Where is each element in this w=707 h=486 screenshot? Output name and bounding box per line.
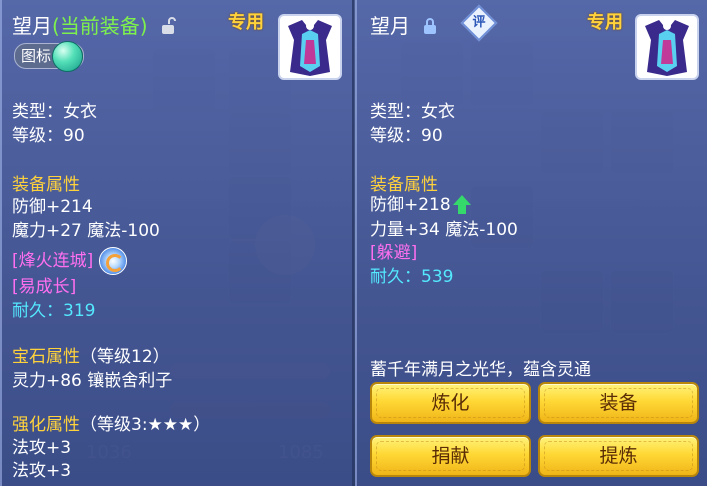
item-level: 等级：90	[370, 126, 443, 146]
item-portrait	[278, 14, 342, 80]
item-name: 望月	[12, 14, 52, 38]
enhance-attr-line: 强化属性（等级3:★★★）	[12, 410, 210, 435]
icon-toggle-button[interactable]: 图标	[14, 41, 85, 72]
refine-button[interactable]: 炼化	[370, 382, 531, 424]
equipped-label: (当前装备)	[52, 14, 148, 38]
defense-stat: 防御+214	[12, 197, 93, 217]
extract-button[interactable]: 提炼	[538, 435, 699, 477]
special-effect: [躲避]	[370, 243, 418, 263]
special-effect-line: [烽火连城]	[12, 246, 128, 275]
item-type: 类型：女衣	[370, 102, 455, 122]
gem-attr-line: 宝石属性（等级12）	[12, 342, 170, 367]
stat-up-arrow-icon	[452, 195, 471, 215]
compare-item-tooltip: 望月 评 专用 类型：女衣 等级：90 装备属性 防御+218 力量+34 魔法…	[355, 0, 707, 486]
magic-stat: 魔力+27 魔法-100	[12, 221, 160, 241]
donate-button[interactable]: 捐献	[370, 435, 531, 477]
enhance-stat-2: 法攻+3	[12, 461, 72, 481]
durability-label: 耐久：	[370, 267, 421, 287]
item-type: 类型：女衣	[12, 102, 97, 122]
item-name: 望月	[370, 14, 410, 38]
durability-value: 539	[421, 267, 454, 287]
unlocked-icon[interactable]	[160, 16, 176, 40]
item-title: 望月(当前装备)	[12, 10, 176, 40]
durability-line: 耐久：319	[12, 296, 95, 321]
exclusive-label: 专用	[587, 12, 623, 33]
item-portrait	[635, 14, 699, 80]
special-effect-2: [易成长]	[12, 277, 77, 297]
skill-swirl-icon	[99, 247, 128, 275]
defense-stat: 防御+218	[370, 195, 451, 215]
defense-stat-line: 防御+218	[370, 190, 471, 215]
durability-line: 耐久：539	[370, 262, 453, 287]
equip-button[interactable]: 装备	[538, 382, 699, 424]
gem-attr-header: 宝石属性	[12, 347, 80, 367]
orb-icon	[52, 41, 84, 72]
enhance-attr-header: 强化属性	[12, 415, 80, 435]
item-title: 望月	[370, 10, 438, 40]
review-badge[interactable]: 评	[460, 4, 498, 42]
enhance-level: （等级3:★★★）	[80, 415, 211, 435]
durability-label: 耐久：	[12, 301, 63, 321]
exclusive-label: 专用	[228, 12, 264, 33]
item-description: 蓄千年满月之光华，蕴含灵通	[370, 360, 591, 380]
special-effect: [烽火连城]	[12, 251, 94, 271]
item-level: 等级：90	[12, 126, 85, 146]
equipped-item-tooltip: 望月(当前装备) 专用 图标 类型：女衣 等级：90 装备属性 防御+214 魔…	[0, 0, 354, 486]
strength-stat: 力量+34 魔法-100	[370, 220, 518, 240]
gem-stat: 灵力+86 镶嵌舍利子	[12, 371, 173, 391]
durability-value: 319	[63, 301, 96, 321]
enhance-stat-1: 法攻+3	[12, 438, 72, 458]
lock-icon[interactable]	[422, 16, 438, 40]
gem-level: （等级12）	[80, 347, 170, 367]
icon-tag-label: 图标	[21, 47, 52, 65]
